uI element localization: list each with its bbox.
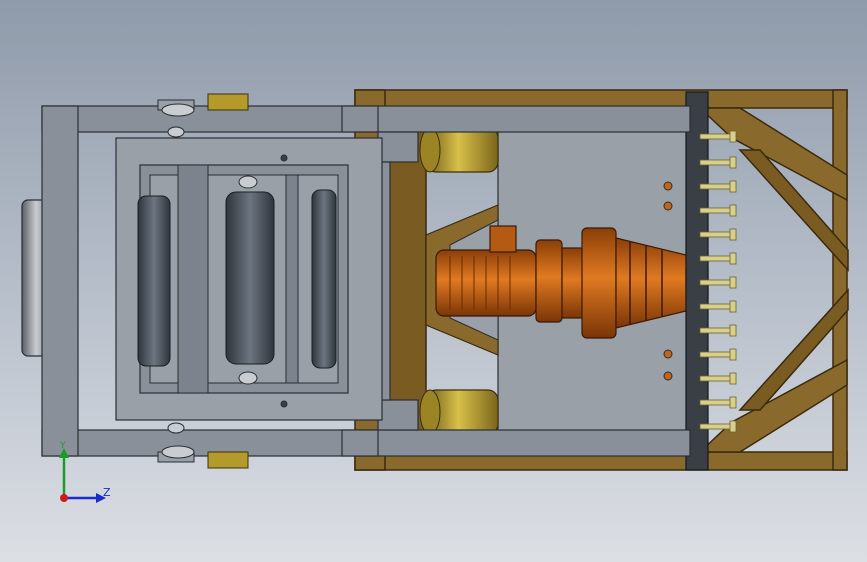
- cad-viewport[interactable]: Y Z: [0, 0, 867, 562]
- brass-tank-top: [419, 127, 499, 173]
- y-axis-label: Y: [60, 441, 66, 451]
- roller-2: [225, 191, 275, 365]
- machine-assembly-drawing: [21, 89, 849, 471]
- roller-1: [137, 195, 171, 367]
- z-axis-label: Z: [103, 486, 111, 499]
- brass-tank-bottom: [419, 389, 499, 435]
- roller-3: [311, 189, 337, 369]
